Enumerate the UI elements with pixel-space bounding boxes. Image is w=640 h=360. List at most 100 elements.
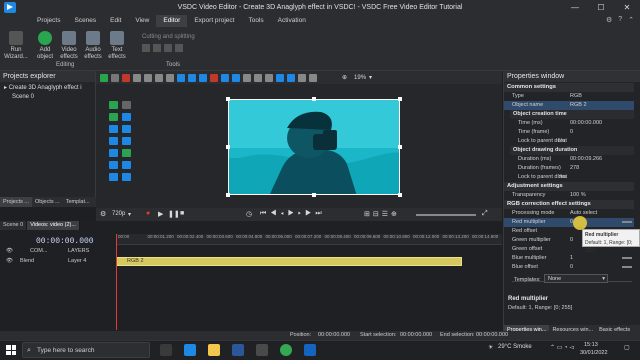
move-icon[interactable]: [109, 113, 118, 121]
record-button[interactable]: ●: [146, 210, 150, 217]
text-icon[interactable]: [109, 173, 118, 181]
add-object-button[interactable]: Add object: [34, 31, 56, 61]
chart-icon[interactable]: [121, 137, 131, 145]
video-icon[interactable]: [109, 125, 118, 133]
windows-start-icon[interactable]: [6, 345, 16, 355]
expand-icon[interactable]: ⌃: [628, 16, 634, 24]
section-creation-time[interactable]: Object creation time: [510, 110, 634, 119]
rotate-icon[interactable]: [153, 44, 161, 52]
settings-icon[interactable]: ⚙: [606, 16, 612, 24]
paste-icon[interactable]: [155, 73, 163, 82]
visibility-icon[interactable]: [309, 73, 317, 82]
prop-blue-offset-value[interactable]: 0: [570, 263, 573, 272]
section-rgb-correction[interactable]: RGB correction effect settings: [504, 200, 634, 209]
layer-visibility-icon[interactable]: 👁: [6, 258, 13, 264]
zoom-icon[interactable]: ⊕: [342, 74, 347, 81]
menu-activation[interactable]: Activation: [271, 15, 313, 27]
pause-button[interactable]: ❚❚: [168, 210, 180, 218]
prop-blue-multiplier-value[interactable]: 1: [570, 254, 573, 263]
fullscreen-icon[interactable]: ⤢: [482, 210, 488, 218]
audio-effects-button[interactable]: Audio effects: [82, 31, 104, 61]
chrome-icon[interactable]: [280, 344, 292, 356]
notifications-icon[interactable]: ▢: [624, 344, 630, 351]
prop-duration-ms-value[interactable]: 00:00:09.266: [570, 155, 602, 164]
resize-handle[interactable]: [226, 97, 230, 101]
crop-icon[interactable]: [142, 44, 150, 52]
section-adjustment[interactable]: Adjustment settings: [504, 182, 634, 191]
quality-select[interactable]: 720p: [112, 211, 125, 217]
playhead[interactable]: [116, 234, 117, 330]
taskbar-search[interactable]: ⌕ Type here to search: [22, 342, 150, 358]
text-tool-icon[interactable]: [121, 101, 131, 109]
mirror-icon[interactable]: [287, 73, 295, 82]
timeline-ruler[interactable]: 00:00 00:00:01.200 00:00:02.400 00:00:03.60…: [116, 234, 502, 245]
edge-icon[interactable]: [184, 344, 196, 356]
resize-handle[interactable]: [312, 193, 316, 197]
prop-duration-frames-value[interactable]: 278: [570, 164, 579, 173]
menu-projects[interactable]: Projects: [30, 15, 67, 27]
snap-icon[interactable]: [254, 73, 262, 82]
align-icon[interactable]: [177, 73, 185, 82]
menu-editor[interactable]: Editor: [156, 15, 188, 27]
prop-object-name-value[interactable]: RGB 2: [570, 101, 587, 110]
flip-icon[interactable]: [276, 73, 284, 82]
weather-text[interactable]: 29°C Smoke: [498, 344, 532, 350]
image-icon[interactable]: [121, 113, 131, 121]
guides-icon[interactable]: [265, 73, 273, 82]
light-icon[interactable]: [121, 161, 131, 169]
stop-icon[interactable]: [210, 73, 218, 82]
blue-multiplier-slider[interactable]: [622, 257, 632, 259]
menu-tools[interactable]: Tools: [241, 15, 270, 27]
resize-handle[interactable]: [226, 145, 230, 149]
zoom-dropdown-icon[interactable]: ▾: [369, 74, 372, 81]
tray-icons[interactable]: ⌃ ▭ ◔ ◅: [550, 344, 574, 351]
shape-icon[interactable]: [109, 137, 118, 145]
vsdc-taskbar-icon[interactable]: [304, 344, 316, 356]
task-view-icon[interactable]: [160, 344, 172, 356]
prop-time-ms-value[interactable]: 00:00:00.000: [570, 119, 602, 128]
menu-view[interactable]: View: [128, 15, 156, 27]
add-object-icon[interactable]: [109, 101, 118, 109]
section-drawing-duration[interactable]: Object drawing duration: [510, 146, 634, 155]
delete-icon[interactable]: [166, 73, 174, 82]
text-effects-button[interactable]: Text effects: [106, 31, 128, 61]
resize-handle[interactable]: [398, 97, 402, 101]
sprite-icon[interactable]: [121, 149, 131, 157]
help-icon[interactable]: ?: [618, 16, 622, 24]
store-icon[interactable]: [256, 344, 268, 356]
audio-icon[interactable]: [121, 125, 131, 133]
trim-icon[interactable]: [175, 44, 183, 52]
close-button[interactable]: ✕: [614, 0, 640, 15]
add-icon[interactable]: [100, 73, 108, 82]
settings-icon[interactable]: ⚙: [100, 210, 106, 218]
scene-tree-item[interactable]: Scene 0: [4, 93, 91, 102]
project-tree-item[interactable]: ▸ Create 3D Anaglyph effect i: [4, 84, 91, 93]
zoom-level[interactable]: 19%: [354, 75, 366, 81]
prop-lock-parent-2-value[interactable]: Yes: [558, 173, 567, 182]
minimize-button[interactable]: —: [562, 0, 588, 15]
copy-icon[interactable]: [144, 73, 152, 82]
view-controls[interactable]: ⊞⊟☰⊕: [364, 210, 400, 218]
prop-green-multiplier-value[interactable]: 0: [570, 236, 573, 245]
word-icon[interactable]: [232, 344, 244, 356]
prop-time-frame-value[interactable]: 0: [570, 128, 573, 137]
file-explorer-icon[interactable]: [208, 344, 220, 356]
grid-icon[interactable]: [243, 73, 251, 82]
timer-icon[interactable]: ◷: [246, 210, 252, 218]
prop-lock-parent-1-value[interactable]: No: [558, 137, 565, 146]
tab-templates[interactable]: Templat...: [63, 197, 93, 207]
stop-button[interactable]: ■: [180, 210, 184, 217]
track-visibility-icon[interactable]: 👁: [6, 248, 13, 254]
volume-slider[interactable]: [416, 214, 476, 216]
tab-objects[interactable]: Objects ...: [32, 197, 63, 207]
clock-time[interactable]: 15:13: [584, 342, 598, 348]
group-icon[interactable]: [221, 73, 229, 82]
clock-date[interactable]: 30/01/2022: [580, 350, 608, 356]
tab-scene-0[interactable]: Scene 0: [0, 221, 28, 230]
prop-transparency-value[interactable]: 100 %: [570, 191, 586, 200]
menu-scenes[interactable]: Scenes: [67, 15, 103, 27]
resize-handle[interactable]: [312, 97, 316, 101]
section-common-settings[interactable]: Common settings: [504, 83, 634, 92]
distribute-icon[interactable]: [188, 73, 196, 82]
timeline-clip-rgb2[interactable]: RGB 2: [116, 257, 462, 266]
